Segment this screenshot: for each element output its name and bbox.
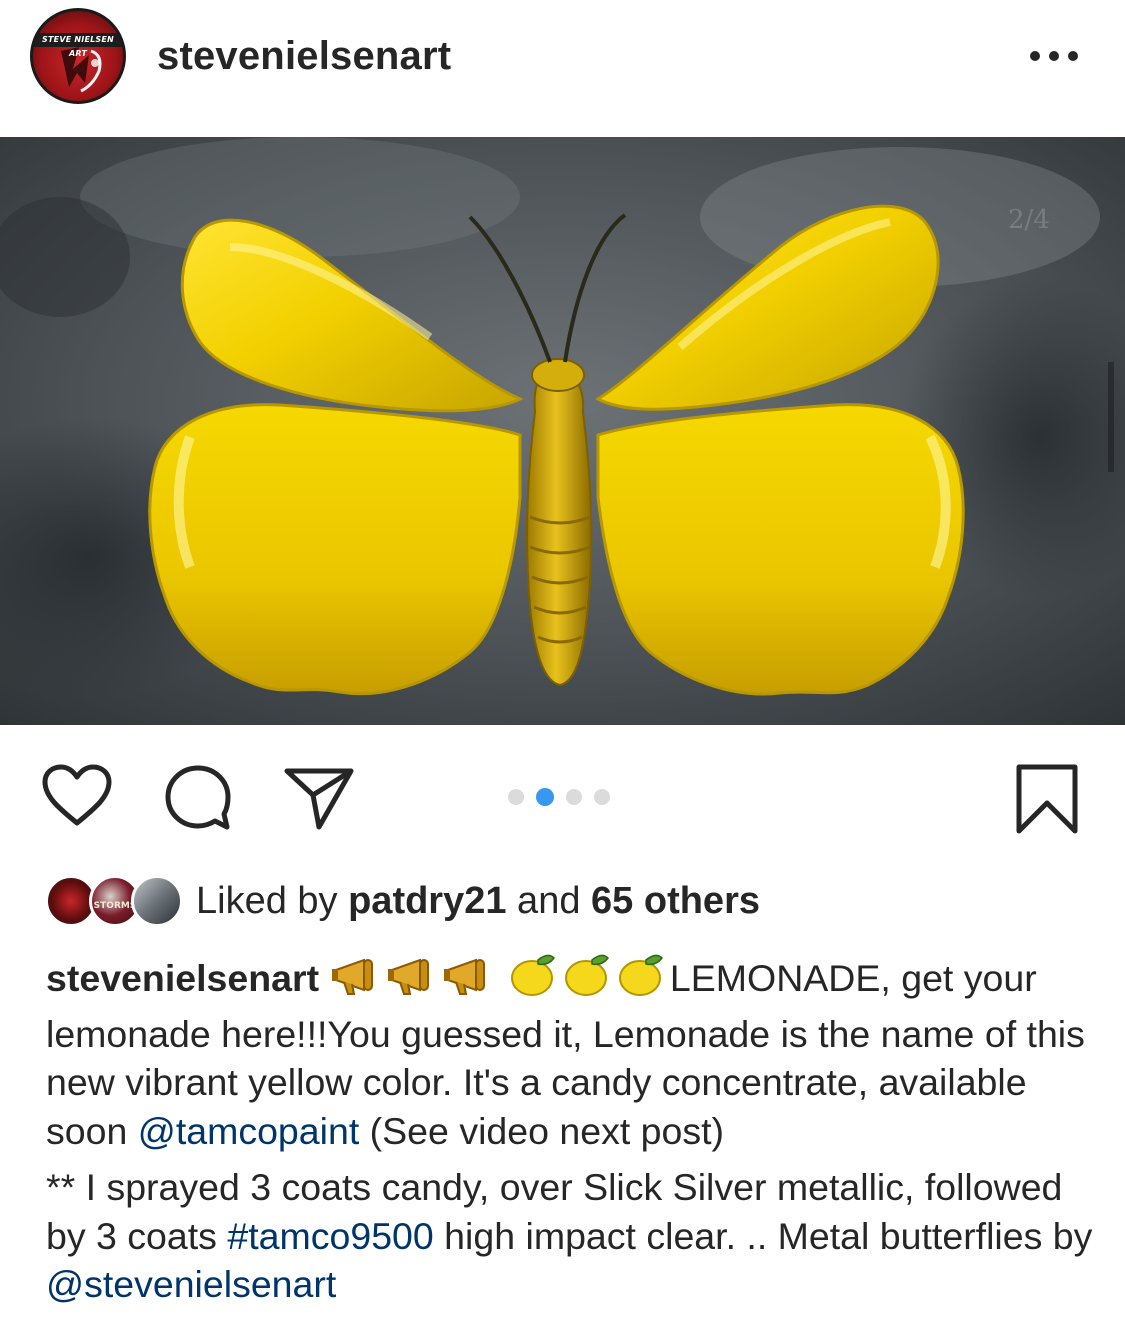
mention-link[interactable]: @stevenielsenart [46, 1263, 336, 1305]
carousel-dot [594, 789, 610, 805]
megaphone-icon [330, 956, 382, 1010]
post-caption: stevenielsenart LEMONADE, get your lemon… [46, 952, 1096, 1309]
post-photo[interactable]: 2/4 [0, 137, 1125, 725]
likes-middle: and [506, 880, 592, 922]
likes-others-count[interactable]: 65 others [591, 880, 760, 922]
action-bar [0, 725, 1125, 865]
carousel-dot [508, 789, 524, 805]
profile-avatar[interactable]: STEVE NIELSEN ART [30, 8, 126, 104]
carousel-dot [566, 789, 582, 805]
more-horizontal-icon [1030, 51, 1040, 61]
bookmark-icon [1016, 764, 1078, 834]
photo-counter: 2/4 [1008, 205, 1050, 235]
lemon-icon [616, 952, 666, 1010]
liker-username[interactable]: patdry21 [348, 880, 506, 922]
likes-row: STORMS Liked by patdry21 and 65 others [45, 872, 1095, 932]
post-username[interactable]: stevenielsenart [157, 34, 451, 79]
mention-link[interactable]: @tamcopaint [138, 1110, 360, 1152]
liker-avatar[interactable] [131, 875, 183, 927]
save-button[interactable] [1014, 763, 1080, 840]
hashtag-link[interactable]: #tamco9500 [227, 1215, 433, 1257]
caption-text: high impact clear. .. Metal butterflies … [433, 1214, 1093, 1257]
butterfly-photo-image [0, 137, 1125, 725]
comment-button[interactable] [163, 763, 233, 838]
megaphone-icon [442, 956, 494, 1010]
caption-text: (See video next post) [359, 1109, 725, 1152]
carousel-indicator [508, 788, 610, 806]
post-header: STEVE NIELSEN ART stevenielsenart [0, 0, 1125, 137]
like-button[interactable] [40, 763, 114, 834]
likes-prefix: Liked by [196, 880, 349, 922]
share-button[interactable] [283, 765, 355, 836]
megaphone-icon [386, 956, 438, 1010]
heart-icon [42, 764, 112, 826]
svg-text:STORMS: STORMS [94, 901, 137, 911]
more-options-button[interactable] [1030, 38, 1090, 74]
likes-summary[interactable]: Liked by patdry21 and 65 others [196, 880, 760, 923]
carousel-dot-active [536, 788, 554, 806]
caption-username[interactable]: stevenielsenart [46, 957, 319, 999]
send-icon [284, 768, 354, 830]
lemon-icon [508, 952, 558, 1010]
comment-icon [165, 765, 231, 830]
avatar-banner: STEVE NIELSEN ART [33, 33, 123, 58]
lemon-icon [562, 952, 612, 1010]
